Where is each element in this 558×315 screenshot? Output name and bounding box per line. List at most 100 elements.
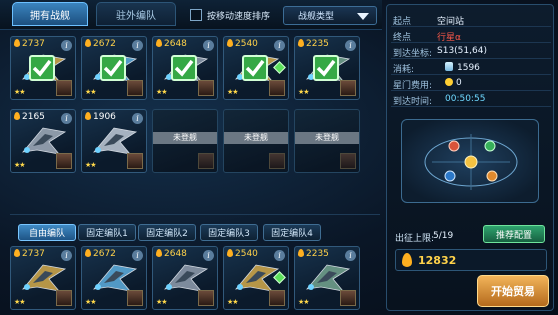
owned-ship-slot[interactable]: 2165 i ★★ (10, 109, 76, 173)
star-rating: ★★ (85, 88, 97, 96)
star-rating: ★★ (14, 298, 26, 306)
ship-cost: 2648 (156, 249, 187, 259)
ship-cost: 2672 (85, 39, 116, 49)
pilot-avatar (269, 153, 285, 169)
empty-ship-slot[interactable]: 未登舰 (294, 109, 360, 173)
flame-icon (227, 39, 233, 47)
fleet-ship-slot[interactable]: 2737 i ★★ (10, 246, 76, 310)
ship-cost: 2648 (156, 39, 187, 49)
end-label: 终点 (393, 33, 412, 43)
pilot-avatar (198, 80, 214, 96)
pilot-avatar (127, 153, 143, 169)
fleet-ship-slot[interactable]: 2235 i ★★ (294, 246, 360, 310)
fleet-tab-1[interactable]: 自由编队 (18, 224, 76, 241)
owned-ship-slot[interactable]: 2648 i ★★ (152, 36, 218, 100)
tab-outside-fleet[interactable]: 驻外编队 (96, 2, 176, 26)
info-start: 起点 空间站 (391, 11, 551, 27)
ship-cost: 2165 (14, 112, 45, 122)
total-power-value: 12832 (418, 254, 457, 267)
flame-icon (14, 112, 20, 120)
start-value: 空间站 (437, 17, 465, 27)
star-rating: ★★ (227, 88, 239, 96)
info-time: 到达时间: 00:50:55 (391, 91, 551, 107)
limit-value: 5/19 (433, 231, 454, 241)
fleet-ship-row: 2737 i ★★ 2672 i ★★ 2648 i ★★ 2540 i ★★ 2235 i ★★ (10, 244, 380, 312)
divider (10, 214, 380, 215)
owned-ship-slot[interactable]: 2737 i ★★ (10, 36, 76, 100)
check-icon (100, 55, 126, 81)
fleet-tab-4[interactable]: 固定编队3 (200, 224, 258, 241)
flame-icon (227, 249, 233, 257)
game-screen: 拥有战舰 驻外编队 按移动速度排序 战舰类型 2737 i ★★ 2672 i ★★ 264… (0, 0, 558, 315)
flame-icon (298, 39, 304, 47)
empty-ship-slot[interactable]: 未登舰 (152, 109, 218, 173)
recommend-button[interactable]: 推荐配置 (483, 225, 545, 243)
pilot-avatar (56, 153, 72, 169)
owned-ship-slot[interactable]: 2235 i ★★ (294, 36, 360, 100)
ship-cost: 2737 (14, 39, 45, 49)
cost-value: 1596 (457, 63, 480, 73)
ship-cost: 2672 (85, 249, 116, 259)
time-value: 00:50:55 (445, 94, 486, 104)
start-trade-button[interactable]: 开始贸易 (477, 275, 549, 307)
fleet-ship-slot[interactable]: 2672 i ★★ (81, 246, 147, 310)
fleet-tab-5[interactable]: 固定编队4 (263, 224, 321, 241)
info-coord: 到达坐标: S13(51,64) (391, 43, 551, 59)
sort-speed-label: 按移动速度排序 (207, 12, 271, 22)
pilot-avatar (127, 290, 143, 306)
flame-icon (14, 249, 20, 257)
end-value: 行星α (437, 33, 461, 43)
info-end: 终点 行星α (391, 27, 551, 43)
pilot-avatar (340, 80, 356, 96)
fleet-tab-3[interactable]: 固定编队2 (138, 224, 196, 241)
star-rating: ★★ (14, 161, 26, 169)
info-cost: 消耗: 1596 (391, 59, 551, 75)
trade-info-panel: 起点 空间站 终点 行星α 到达坐标: S13(51,64) 消耗: 1596 … (386, 4, 554, 311)
check-icon (171, 55, 197, 81)
flame-icon (85, 249, 91, 257)
ship-cost: 2235 (298, 249, 329, 259)
route-map (401, 119, 539, 203)
limit-label: 出征上限: (395, 234, 435, 244)
gate-value: 0 (456, 78, 462, 88)
ship-type-dropdown[interactable]: 战舰类型 (283, 6, 377, 25)
star-rating: ★★ (156, 88, 168, 96)
coin-icon (445, 78, 453, 86)
ship-type-label: 战舰类型 (298, 12, 335, 22)
star-rating: ★★ (298, 298, 310, 306)
ship-cost: 2540 (227, 39, 258, 49)
coord-label: 到达坐标: (393, 49, 433, 59)
coord-value: S13(51,64) (437, 46, 487, 56)
pilot-avatar (56, 80, 72, 96)
info-gate: 星门费用: 0 (391, 75, 551, 91)
gate-label: 星门费用: (393, 81, 433, 91)
ship-cost: 2737 (14, 249, 45, 259)
pilot-avatar (198, 290, 214, 306)
star-rating: ★★ (85, 298, 97, 306)
total-power: 12832 (395, 249, 547, 271)
owned-ship-slot[interactable]: 2540 i ★★ (223, 36, 289, 100)
owned-ship-slot[interactable]: 1906 i ★★ (81, 109, 147, 173)
unbuilt-label: 未登舰 (295, 132, 359, 144)
check-icon (242, 55, 268, 81)
fleet-tab-2[interactable]: 固定编队1 (78, 224, 136, 241)
star-rating: ★★ (156, 298, 168, 306)
empty-ship-slot[interactable]: 未登舰 (223, 109, 289, 173)
owned-ship-slot[interactable]: 2672 i ★★ (81, 36, 147, 100)
flame-icon (298, 249, 304, 257)
start-label: 起点 (393, 17, 412, 27)
star-rating: ★★ (227, 298, 239, 306)
fuel-icon (445, 62, 453, 71)
orbit-diagram (424, 134, 518, 190)
pilot-avatar (269, 80, 285, 96)
pilot-avatar (198, 153, 214, 169)
fleet-ship-slot[interactable]: 2648 i ★★ (152, 246, 218, 310)
tab-owned-ships[interactable]: 拥有战舰 (12, 2, 88, 26)
flame-icon (85, 39, 91, 47)
unbuilt-label: 未登舰 (224, 132, 288, 144)
chevron-down-icon (357, 13, 369, 20)
star-rating: ★★ (85, 161, 97, 169)
cost-label: 消耗: (393, 65, 415, 75)
sort-speed-checkbox[interactable] (190, 9, 202, 21)
fleet-ship-slot[interactable]: 2540 i ★★ (223, 246, 289, 310)
